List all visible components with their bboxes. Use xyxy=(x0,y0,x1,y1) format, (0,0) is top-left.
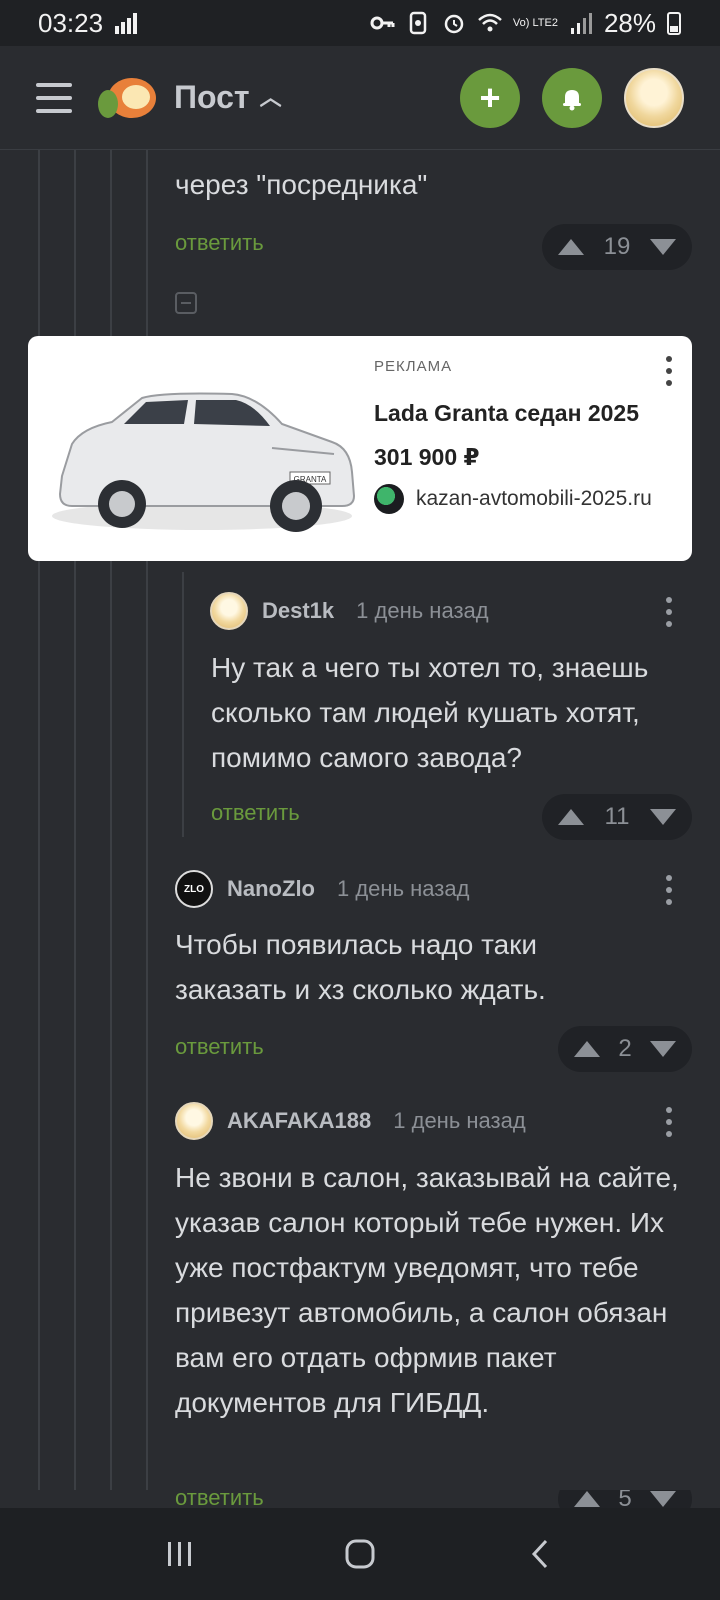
thread-line[interactable] xyxy=(182,572,184,837)
vote-control: 5 xyxy=(558,1490,692,1510)
wifi-icon xyxy=(478,13,502,32)
key-icon xyxy=(370,16,395,30)
avatar[interactable] xyxy=(210,592,248,630)
upvote-icon[interactable] xyxy=(574,1491,600,1507)
status-time: 03:23 xyxy=(38,7,104,38)
home-icon xyxy=(345,1539,375,1569)
reply-link[interactable]: ответить xyxy=(175,1490,264,1510)
comment-text-partial: через "посредника" xyxy=(175,169,428,200)
avatar[interactable] xyxy=(175,1102,213,1140)
system-nav-bar xyxy=(0,1508,720,1600)
vote-count: 11 xyxy=(604,803,630,830)
upvote-icon[interactable] xyxy=(558,239,584,255)
back-icon xyxy=(531,1539,548,1569)
recent-apps-button[interactable] xyxy=(150,1532,210,1576)
downvote-icon[interactable] xyxy=(649,1041,676,1057)
ad-price: 301 900 ₽ xyxy=(374,444,480,470)
comment-author[interactable]: AKAFAKA188 xyxy=(227,1108,371,1134)
vote-control: 11 xyxy=(542,794,692,840)
globe-icon xyxy=(374,484,404,514)
vote-count: 5 xyxy=(618,1490,632,1510)
downvote-icon[interactable] xyxy=(649,809,676,825)
signal-bars-icon xyxy=(115,13,138,34)
comment-text: Не звони в салон, заказывай на сайте, ук… xyxy=(175,1162,679,1418)
comment-header: AKAFAKA188 1 день назад xyxy=(175,1102,526,1140)
vote-count: 19 xyxy=(603,233,631,260)
network-type: Vo) LTE2 xyxy=(512,16,558,29)
vote-count: 2 xyxy=(618,1035,632,1062)
reply-link[interactable]: ответить xyxy=(175,230,264,256)
comment-header: ZLO NanoZlo 1 день назад xyxy=(175,870,469,908)
avatar-text: ZLO xyxy=(184,883,204,895)
chevron-up-icon: ︿ xyxy=(259,84,282,110)
vote-control: 2 xyxy=(558,1026,692,1072)
partial-row: ответить 5 xyxy=(0,1490,720,1510)
comment-text: Ну так а чего ты хотел то, знаешь скольк… xyxy=(211,652,649,773)
top-bar: Пост ︿ + xyxy=(0,46,720,150)
avatar[interactable]: ZLO xyxy=(175,870,213,908)
reply-link[interactable]: ответить xyxy=(175,1034,264,1060)
more-options-icon[interactable] xyxy=(665,1107,673,1137)
recent-apps-icon xyxy=(168,1542,191,1566)
notifications-button[interactable] xyxy=(542,67,602,128)
page-title[interactable]: Пост ︿ xyxy=(174,79,282,116)
status-bar: 03:23 Vo) LTE2 28% xyxy=(0,0,720,46)
ad-title[interactable]: Lada Granta седан 2025 xyxy=(374,400,639,427)
comment-time: 1 день назад xyxy=(337,876,470,901)
ad-site-link[interactable]: kazan-avtomobili-2025.ru xyxy=(374,484,652,514)
downvote-icon[interactable] xyxy=(649,239,676,255)
back-button[interactable] xyxy=(510,1532,570,1576)
ad-site-text: kazan-avtomobili-2025.ru xyxy=(416,487,652,510)
battery-percent: 28% xyxy=(603,7,656,38)
reply-link[interactable]: ответить xyxy=(211,800,300,826)
home-button[interactable] xyxy=(330,1532,390,1576)
menu-icon[interactable] xyxy=(36,82,72,113)
upvote-icon[interactable] xyxy=(574,1041,600,1057)
comment-text: Чтобы появилась надо таки заказать и хз … xyxy=(175,929,546,1005)
add-post-button[interactable]: + xyxy=(460,67,520,128)
more-options-icon[interactable] xyxy=(665,875,673,905)
upvote-icon[interactable] xyxy=(558,809,584,825)
alarm-icon xyxy=(444,14,464,34)
more-options-icon[interactable] xyxy=(666,356,674,386)
collapse-thread-button[interactable] xyxy=(175,292,197,314)
comment-author[interactable]: NanoZlo xyxy=(227,876,315,902)
battery-icon xyxy=(667,12,681,35)
user-avatar[interactable] xyxy=(624,67,684,128)
downvote-icon[interactable] xyxy=(649,1491,676,1507)
recycle-icon xyxy=(409,11,427,35)
comment-header: Dest1k 1 день назад xyxy=(210,592,489,630)
ad-label: РЕКЛАМА xyxy=(374,358,453,375)
bell-icon xyxy=(563,89,581,110)
cell-signal-icon xyxy=(570,13,592,34)
ad-card[interactable]: GRANTA РЕКЛАМА Lada Granta седан 2025 30… xyxy=(28,336,692,561)
vote-control: 19 xyxy=(542,224,692,270)
site-logo-icon[interactable] xyxy=(96,70,160,126)
comment-time: 1 день назад xyxy=(356,598,489,623)
page-title-text: Пост xyxy=(174,79,250,115)
comment-author[interactable]: Dest1k xyxy=(262,598,334,624)
comment-time: 1 день назад xyxy=(393,1108,526,1133)
car-image: GRANTA xyxy=(52,392,356,532)
plus-icon: + xyxy=(479,76,501,118)
more-options-icon[interactable] xyxy=(665,597,673,627)
